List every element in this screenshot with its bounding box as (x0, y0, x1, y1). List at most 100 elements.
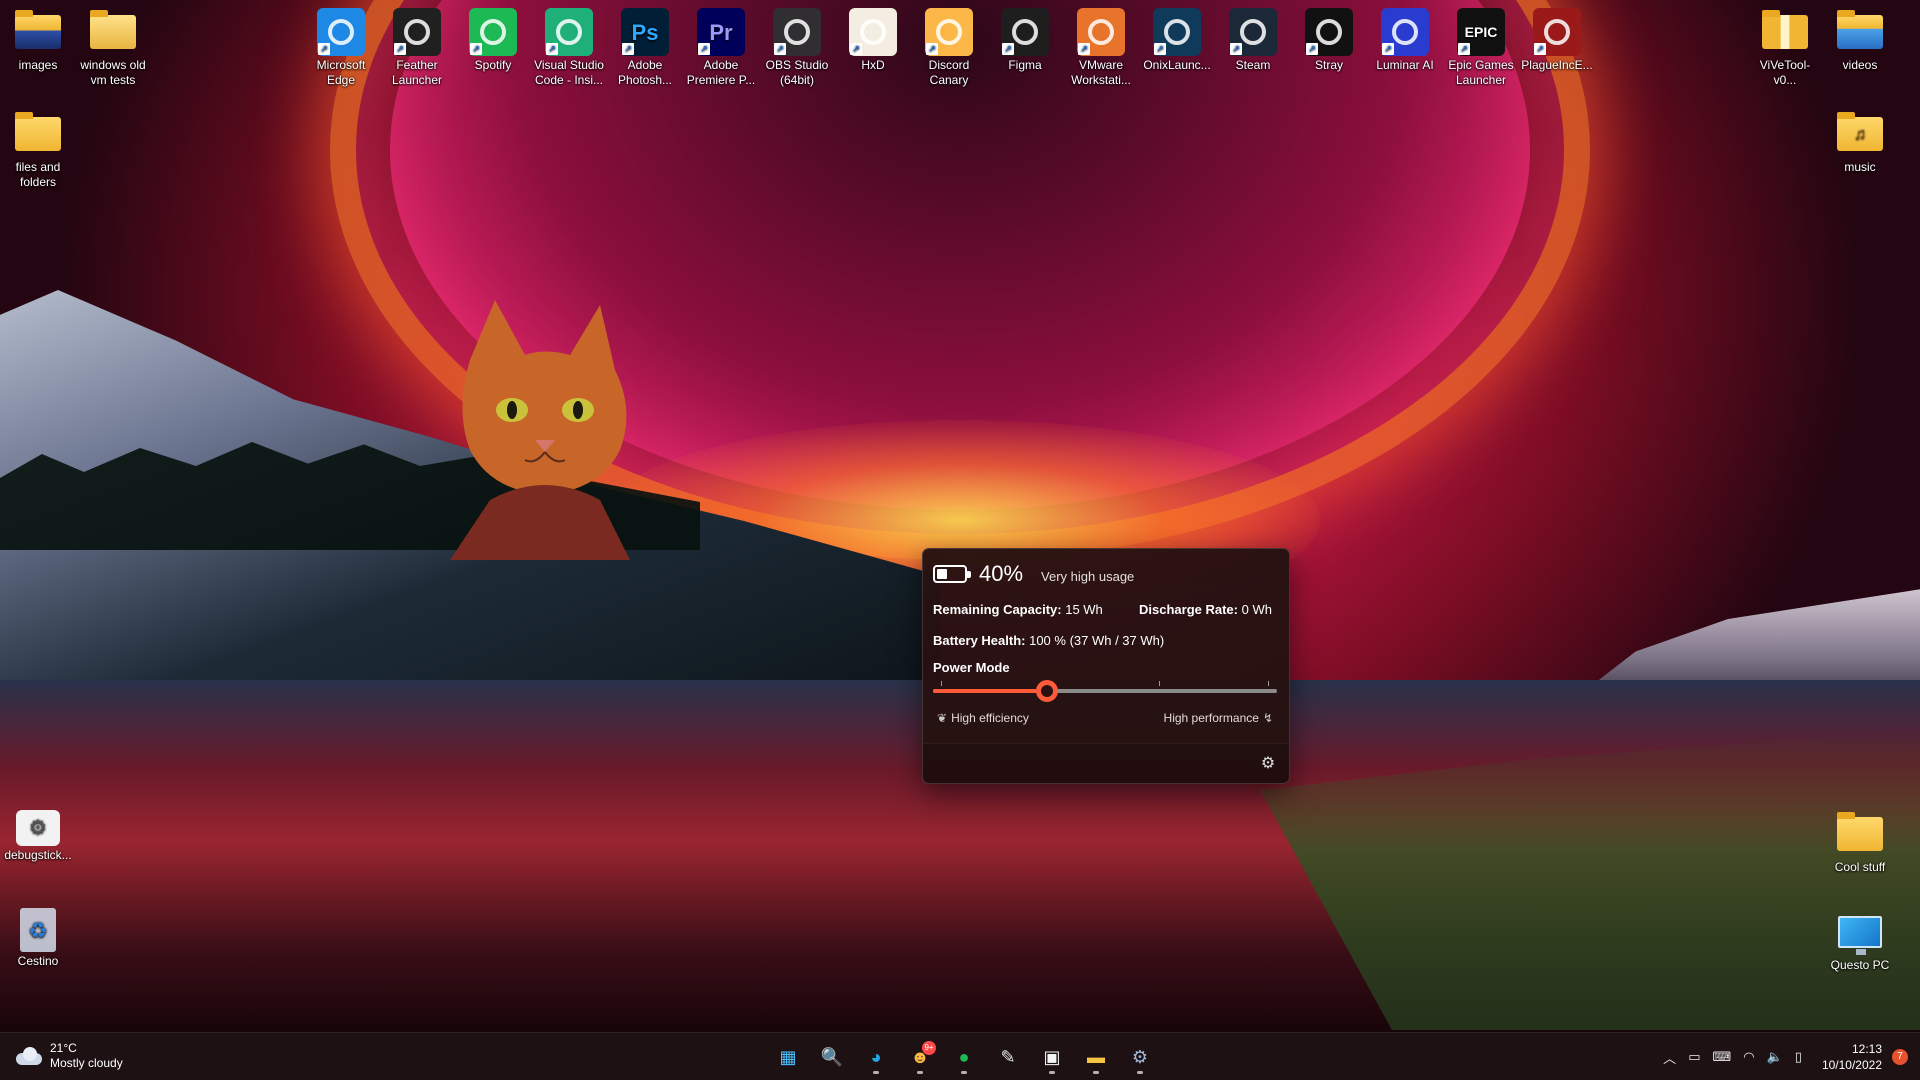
explorer-taskbar[interactable]: ▬ (1076, 1039, 1116, 1075)
desktop-icon-music[interactable]: ♫ music (1824, 110, 1896, 175)
health-row: Battery Health: 100 % (37 Wh / 37 Wh) (933, 633, 1164, 648)
shortcut-arrow-icon: ↗ (1458, 43, 1470, 55)
high-efficiency-option[interactable]: ❦ High efficiency (933, 711, 1029, 725)
desktop-icon-files-and-folders[interactable]: files and folders (2, 110, 74, 190)
system-tray: ︿ ▭ ⌨ ◠ 🔈 ▯ 12:13 10/10/2022 7 (1657, 1033, 1908, 1080)
taskbar-apps: ▦ 🔍 ◕ ☻ 9+ ● ✎ ▣ ▬ ⚙ (766, 1039, 1162, 1075)
settings-icon: ⚙ (1131, 1046, 1149, 1067)
desktop-icon-spotify[interactable]: ↗ Spotify (457, 8, 529, 73)
desktop-icon-label: windows old vm tests (80, 58, 146, 87)
desktop-icon-stray[interactable]: ↗ Stray (1293, 8, 1365, 73)
desktop-icon-premiere[interactable]: Pr ↗ Adobe Premiere P... (685, 8, 757, 88)
plague-inc-icon: ↗ (1533, 8, 1581, 56)
folder-icon (14, 110, 62, 158)
feather-icon: ↗ (393, 8, 441, 56)
onix-icon: ↗ (1153, 8, 1201, 56)
settings-file-icon: ⚙ (16, 810, 60, 846)
desktop-icon-plague-inc[interactable]: ↗ PlagueIncE... (1521, 8, 1593, 73)
desktop-icon-label: Figma (1008, 58, 1042, 72)
weather-widget[interactable]: 21°C Mostly cloudy (16, 1041, 123, 1071)
chevron-up-icon[interactable]: ︿ (1663, 1048, 1676, 1067)
desktop-icon-steam[interactable]: ↗ Steam (1217, 8, 1289, 73)
folder-icon (89, 8, 137, 56)
desktop-icon-figma[interactable]: ↗ Figma (989, 8, 1061, 73)
desktop-icon-label: Epic Games Launcher (1448, 58, 1514, 87)
shortcut-arrow-icon: ↗ (774, 43, 786, 55)
spotify-taskbar[interactable]: ● (944, 1039, 984, 1075)
desktop-icon-edge[interactable]: ↗ Microsoft Edge (305, 8, 377, 88)
desktop-icon-label: debugstick... (4, 848, 72, 862)
desktop-icon-luminar[interactable]: ↗ Luminar AI (1369, 8, 1441, 73)
search-button[interactable]: 🔍 (812, 1039, 852, 1075)
desktop-icon-vscode-insiders[interactable]: ↗ Visual Studio Code - Insi... (533, 8, 605, 88)
remaining-capacity-label: Remaining Capacity: (933, 602, 1062, 617)
desktop-icon-label: Steam (1235, 58, 1271, 72)
desktop-wallpaper (0, 0, 1920, 1032)
battery-status-icon[interactable]: ▯ (1795, 1049, 1802, 1065)
notification-badge[interactable]: 7 (1892, 1049, 1908, 1065)
battery-icon (933, 565, 971, 583)
shortcut-arrow-icon: ↗ (318, 43, 330, 55)
desktop-icon-videos[interactable]: videos (1824, 8, 1896, 73)
desktop-icon-photoshop[interactable]: Ps ↗ Adobe Photosh... (609, 8, 681, 88)
figma-icon: ↗ (1001, 8, 1049, 56)
slider-tick (941, 681, 942, 686)
desktop-icon-label: VMware Workstati... (1071, 58, 1131, 87)
discharge-rate-value: 0 Wh (1241, 602, 1272, 617)
power-mode-slider[interactable] (933, 680, 1277, 702)
desktop-icon-label: HxD (861, 58, 885, 72)
discord-canary-icon: ↗ (925, 8, 973, 56)
discord-taskbar[interactable]: ☻ 9+ (900, 1039, 940, 1075)
battery-tray-icon[interactable]: ▭ (1688, 1049, 1700, 1065)
settings-taskbar[interactable]: ⚙ (1120, 1039, 1160, 1075)
desktop-icon-label: Spotify (474, 58, 512, 72)
desktop-icon-debugstick[interactable]: ⚙ debugstick... (2, 810, 74, 863)
desktop-icon-cool-stuff[interactable]: Cool stuff (1824, 810, 1896, 875)
desktop-icon-discord-canary[interactable]: ↗ Discord Canary (913, 8, 985, 88)
desktop-icon-images[interactable]: images (2, 8, 74, 73)
power-mode-slider-thumb[interactable] (1035, 680, 1058, 702)
desktop-icon-label: images (18, 58, 58, 72)
desktop-icon-vmware[interactable]: ↗ VMware Workstati... (1065, 8, 1137, 88)
start-button[interactable]: ▦ (768, 1039, 808, 1075)
vmware-icon: ↗ (1077, 8, 1125, 56)
shortcut-arrow-icon: ↗ (394, 43, 406, 55)
store-taskbar[interactable]: ▣ (1032, 1039, 1072, 1075)
desktop-icon-label: PlagueIncE... (1521, 58, 1593, 72)
keyboard-icon[interactable]: ⌨ (1712, 1049, 1731, 1065)
shortcut-arrow-icon: ↗ (850, 43, 862, 55)
settings-gear-icon[interactable]: ⚙ (1257, 753, 1279, 775)
zip-folder-icon (1761, 8, 1809, 56)
feather-taskbar[interactable]: ✎ (988, 1039, 1028, 1075)
search-icon: 🔍 (820, 1046, 844, 1067)
cloud-icon (16, 1047, 42, 1065)
desktop-icon-epic-games[interactable]: EPIC ↗ Epic Games Launcher (1445, 8, 1517, 88)
taskbar: 21°C Mostly cloudy ▦ 🔍 ◕ ☻ 9+ ● ✎ ▣ ▬ ⚙ ︿ ▭ ⌨ ◠ 🔈… (0, 1032, 1920, 1080)
desktop-icon-recycle-bin[interactable]: ♻ Cestino (2, 908, 74, 969)
edge-icon: ↗ (317, 8, 365, 56)
desktop-icon-feather[interactable]: ↗ Feather Launcher (381, 8, 453, 88)
shortcut-arrow-icon: ↗ (1002, 43, 1014, 55)
clock[interactable]: 12:13 10/10/2022 (1822, 1041, 1882, 1073)
luminar-icon: ↗ (1381, 8, 1429, 56)
flyout-footer: ⚙ (923, 743, 1289, 783)
volume-icon[interactable]: 🔈 (1767, 1049, 1783, 1065)
desktop-icon-vivetool[interactable]: ViVeTool-v0... (1749, 8, 1821, 88)
desktop-icon-label: Stray (1314, 58, 1343, 72)
wifi-icon[interactable]: ◠ (1743, 1049, 1754, 1065)
desktop-icon-onix[interactable]: ↗ OnixLaunc... (1141, 8, 1213, 73)
computer-icon (1836, 908, 1884, 956)
edge-taskbar[interactable]: ◕ (856, 1039, 896, 1075)
desktop-icon-this-pc[interactable]: Questo PC (1824, 908, 1896, 973)
desktop-icon-windows-old-vm-tests[interactable]: windows old vm tests (77, 8, 149, 88)
desktop-icon-obs[interactable]: ↗ OBS Studio (64bit) (761, 8, 833, 88)
slider-tick (1159, 681, 1160, 686)
steam-icon: ↗ (1229, 8, 1277, 56)
battery-health-label: Battery Health: (933, 633, 1026, 648)
music-folder-icon: ♫ (1836, 110, 1884, 158)
shortcut-arrow-icon: ↗ (546, 43, 558, 55)
hxd-icon: ↗ (849, 8, 897, 56)
feather-icon: ✎ (1000, 1046, 1016, 1067)
desktop-icon-hxd[interactable]: ↗ HxD (837, 8, 909, 73)
high-performance-option[interactable]: High performance ↯ (1164, 711, 1277, 725)
